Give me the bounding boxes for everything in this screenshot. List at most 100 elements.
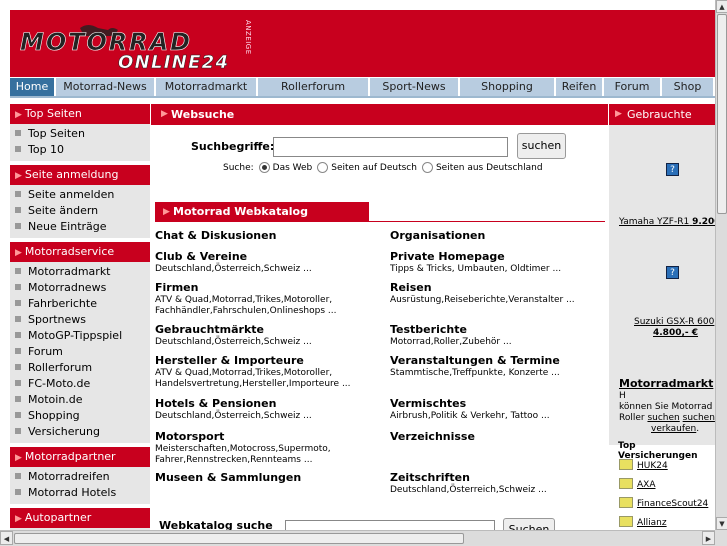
sidebar-item-top-seiten[interactable]: Top Seiten bbox=[10, 126, 150, 142]
sidebar-item-versicherung[interactable]: Versicherung bbox=[10, 424, 150, 440]
sidebar-item-label[interactable]: Seite anmelden bbox=[28, 188, 114, 201]
scroll-thumb[interactable] bbox=[717, 14, 727, 214]
category-title[interactable]: Verzeichnisse bbox=[390, 430, 608, 444]
category-item[interactable]: Organisationen bbox=[390, 229, 608, 243]
sidebar-item-motorrad-hotels[interactable]: Motorrad Hotels bbox=[10, 485, 150, 501]
category-item[interactable]: Testberichte Motorrad,Roller,Zubehör ... bbox=[390, 323, 608, 348]
versicherung-item[interactable]: AXA bbox=[619, 478, 655, 490]
nav-tab-home[interactable]: Home bbox=[10, 78, 56, 96]
versicherung-item[interactable]: Allianz bbox=[619, 516, 667, 528]
mm-link-verkaufen[interactable]: verkaufen bbox=[619, 424, 696, 434]
sidebar-item-motorradreifen[interactable]: Motorradreifen bbox=[10, 469, 150, 485]
versicherung-item[interactable]: HUK24 bbox=[619, 459, 668, 471]
category-item[interactable]: Chat & Diskusionen bbox=[155, 229, 390, 243]
category-title[interactable]: Gebrauchtmärkte bbox=[155, 323, 390, 337]
category-title[interactable]: Club & Vereine bbox=[155, 250, 390, 264]
category-title[interactable]: Reisen bbox=[390, 281, 608, 295]
category-title[interactable]: Zeitschriften bbox=[390, 471, 608, 485]
sidebar-item-label[interactable]: Rollerforum bbox=[28, 361, 92, 374]
versicherung-item[interactable]: FinanceScout24 bbox=[619, 497, 708, 509]
versicherung-link[interactable]: HUK24 bbox=[637, 461, 668, 471]
sidebar-item-label[interactable]: MotoGP-Tippspiel bbox=[28, 329, 122, 342]
nav-tab-reifen[interactable]: Reifen bbox=[556, 78, 604, 96]
sidebar-item-fc-moto-de[interactable]: FC-Moto.de bbox=[10, 376, 150, 392]
radio-deutsch[interactable] bbox=[317, 162, 329, 173]
scroll-up-icon[interactable]: ▲ bbox=[716, 0, 727, 13]
sidebar-item-motogp-tippspiel[interactable]: MotoGP-Tippspiel bbox=[10, 328, 150, 344]
category-title[interactable]: Motorsport bbox=[155, 430, 390, 444]
radio-deutschland[interactable] bbox=[421, 162, 433, 173]
sidebar-item-rollerforum[interactable]: Rollerforum bbox=[10, 360, 150, 376]
nav-tab-shopping[interactable]: Shopping bbox=[460, 78, 556, 96]
ad-link[interactable]: Suzuki GSX-R 600 bbox=[634, 317, 714, 327]
category-title[interactable]: Firmen bbox=[155, 281, 390, 295]
versicherung-link[interactable]: AXA bbox=[637, 480, 655, 490]
katalog-search-button[interactable]: Suchen bbox=[503, 518, 555, 530]
vertical-scrollbar[interactable]: ▲ ▼ bbox=[715, 0, 727, 530]
nav-tab-sport-news[interactable]: Sport-News bbox=[370, 78, 460, 96]
sidebar-item-label[interactable]: Top 10 bbox=[28, 143, 64, 156]
search-button[interactable]: suchen bbox=[517, 133, 566, 159]
sidebar-item-label[interactable]: FC-Moto.de bbox=[28, 377, 90, 390]
category-item[interactable]: Motorsport Meisterschaften,Motocross,Supe… bbox=[155, 430, 390, 466]
sidebar-item-label[interactable]: Neue Einträge bbox=[28, 220, 107, 233]
versicherung-link[interactable]: Allianz bbox=[637, 518, 667, 528]
ad-name[interactable]: Yamaha YZF-R1 bbox=[619, 217, 689, 227]
sidebar-item-neue-eintr-ge[interactable]: Neue Einträge bbox=[10, 219, 150, 235]
sidebar-item-seite-anmelden[interactable]: Seite anmelden bbox=[10, 187, 150, 203]
sidebar-item-label[interactable]: Motorradnews bbox=[28, 281, 106, 294]
sidebar-item-motorradmarkt[interactable]: Motorradmarkt bbox=[10, 264, 150, 280]
sidebar-item-shopping[interactable]: Shopping bbox=[10, 408, 150, 424]
category-title[interactable]: Private Homepage bbox=[390, 250, 608, 264]
sidebar-item-label[interactable]: Seite ändern bbox=[28, 204, 98, 217]
category-title[interactable]: Hersteller & Importeure bbox=[155, 354, 390, 368]
sidebar-item-motoin-de[interactable]: Motoin.de bbox=[10, 392, 150, 408]
sidebar-item-forum[interactable]: Forum bbox=[10, 344, 150, 360]
category-item[interactable]: Private Homepage Tipps & Tricks, Umbauten… bbox=[390, 250, 608, 275]
sidebar-item-label[interactable]: Motoin.de bbox=[28, 393, 83, 406]
category-title[interactable]: Chat & Diskusionen bbox=[155, 229, 390, 243]
category-item[interactable]: Zeitschriften Deutschland,Österreich,Schw… bbox=[390, 471, 608, 496]
category-item[interactable]: Club & Vereine Deutschland,Österreich,Sch… bbox=[155, 250, 390, 275]
sidebar-item-label[interactable]: Top Seiten bbox=[28, 127, 85, 140]
motorrad-online24-logo[interactable]: MOTORRAD ONLINE24 bbox=[20, 24, 250, 72]
category-item[interactable]: Hersteller & Importeure ATV & Quad,Motorr… bbox=[155, 354, 390, 390]
category-item[interactable]: Museen & Sammlungen bbox=[155, 471, 390, 485]
missing-image-icon[interactable]: ? bbox=[666, 163, 679, 176]
sidebar-item-label[interactable]: Motorrad Hotels bbox=[28, 486, 116, 499]
category-title[interactable]: Testberichte bbox=[390, 323, 608, 337]
radio-web[interactable] bbox=[258, 162, 270, 173]
versicherung-link[interactable]: FinanceScout24 bbox=[637, 499, 708, 509]
sidebar-item-fahrberichte[interactable]: Fahrberichte bbox=[10, 296, 150, 312]
nav-tab-forum[interactable]: Forum bbox=[604, 78, 662, 96]
sidebar-item-label[interactable]: Fahrberichte bbox=[28, 297, 97, 310]
ad-link[interactable]: Yamaha YZF-R1 9.200 bbox=[619, 217, 715, 227]
sidebar-item-label[interactable]: Shopping bbox=[28, 409, 80, 422]
scroll-thumb[interactable] bbox=[14, 533, 464, 544]
category-title[interactable]: Hotels & Pensionen bbox=[155, 397, 390, 411]
scroll-right-icon[interactable]: ▶ bbox=[702, 531, 715, 545]
sidebar-item-label[interactable]: Motorradmarkt bbox=[28, 265, 111, 278]
category-item[interactable]: Gebrauchtmärkte Deutschland,Österreich,Sc… bbox=[155, 323, 390, 348]
category-item[interactable]: Hotels & Pensionen Deutschland,Österreich… bbox=[155, 397, 390, 422]
scroll-down-icon[interactable]: ▼ bbox=[716, 517, 727, 530]
sidebar-item-sportnews[interactable]: Sportnews bbox=[10, 312, 150, 328]
category-item[interactable]: Firmen ATV & Quad,Motorrad,Trikes,Motorol… bbox=[155, 281, 390, 317]
category-item[interactable]: Veranstaltungen & Termine Stammtische,Tre… bbox=[390, 354, 608, 379]
search-input[interactable] bbox=[273, 137, 508, 157]
category-item[interactable]: Reisen Ausrüstung,Reiseberichte,Veranstal… bbox=[390, 281, 608, 306]
nav-tab-shop[interactable]: Shop bbox=[662, 78, 715, 96]
sidebar-item-motorradnews[interactable]: Motorradnews bbox=[10, 280, 150, 296]
sidebar-item-label[interactable]: Motorradreifen bbox=[28, 470, 110, 483]
sidebar-item-label[interactable]: Versicherung bbox=[28, 425, 100, 438]
mm-title[interactable]: Motorradmarkt bbox=[619, 377, 713, 390]
category-title[interactable]: Museen & Sammlungen bbox=[155, 471, 390, 485]
nav-tab-motorrad-news[interactable]: Motorrad-News bbox=[56, 78, 156, 96]
category-item[interactable]: Vermischtes Airbrush,Politik & Verkehr, T… bbox=[390, 397, 608, 422]
category-item[interactable]: Verzeichnisse bbox=[390, 430, 608, 444]
category-title[interactable]: Vermischtes bbox=[390, 397, 608, 411]
sidebar-item-label[interactable]: Forum bbox=[28, 345, 63, 358]
mm-link-suchen-2[interactable]: suchen bbox=[683, 413, 715, 423]
horizontal-scrollbar[interactable]: ◀ ▶ bbox=[0, 530, 715, 545]
nav-tab-rollerforum[interactable]: Rollerforum bbox=[258, 78, 370, 96]
